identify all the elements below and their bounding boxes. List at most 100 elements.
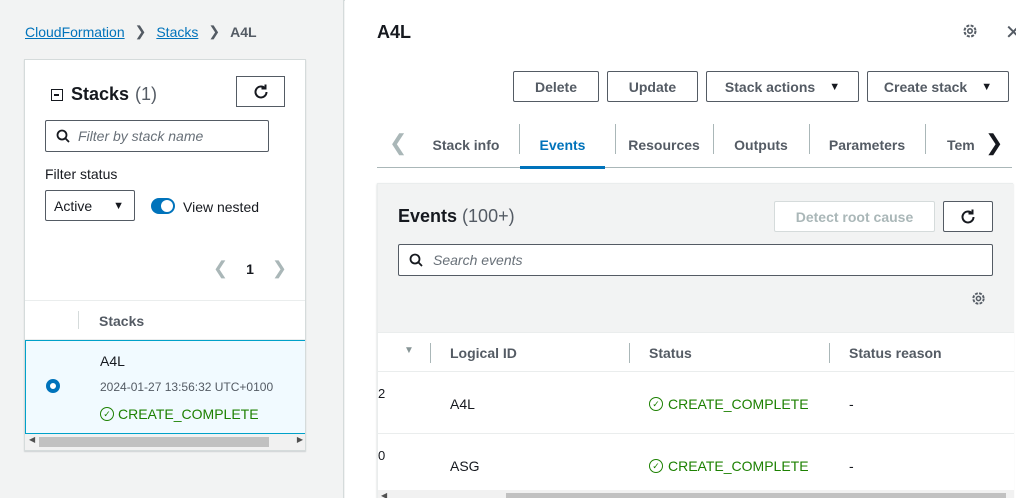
update-label: Update	[628, 78, 677, 95]
view-nested-label: View nested	[183, 199, 260, 215]
delete-label: Delete	[534, 78, 578, 95]
filter-stack-input[interactable]: Filter by stack name	[45, 120, 269, 152]
detect-root-cause-label: Detect root cause	[795, 208, 914, 225]
table-row[interactable]: 0 ASG ✓ CREATE_COMPLETE -	[378, 434, 1014, 496]
sort-caret-down-icon[interactable]: ▼	[404, 345, 414, 356]
close-icon[interactable]: ✕	[1005, 20, 1016, 45]
scrollbar-thumb[interactable]	[506, 493, 1006, 498]
tab-resources[interactable]: Resources	[615, 122, 713, 168]
filter-stack-placeholder: Filter by stack name	[78, 128, 204, 144]
scroll-left-icon[interactable]: ◀	[381, 491, 387, 498]
tab-template[interactable]: Tem	[925, 122, 981, 168]
tabs-scroll-left-icon[interactable]: ❮	[389, 130, 407, 156]
refresh-icon	[961, 209, 975, 223]
status-reason: -	[849, 396, 854, 412]
events-heading: Events (100+)	[398, 206, 515, 227]
event-status: ✓ CREATE_COMPLETE	[649, 458, 809, 474]
breadcrumb-cloudformation-link[interactable]: CloudFormation	[25, 24, 125, 40]
search-icon	[56, 129, 70, 143]
caret-down-icon: ▼	[829, 80, 841, 93]
col-status[interactable]: Status	[649, 345, 692, 361]
filter-status-label: Filter status	[45, 166, 118, 182]
stacks-split-panel: CloudFormation ❯ Stacks ❯ A4L Stacks (1)…	[0, 0, 344, 498]
tab-stack-info[interactable]: Stack info	[413, 122, 519, 168]
refresh-events-button[interactable]	[943, 201, 993, 232]
stacks-count: (1)	[135, 84, 158, 104]
scroll-left-icon[interactable]: ◀	[29, 435, 35, 444]
scrollbar-thumb[interactable]	[39, 437, 269, 447]
create-stack-button[interactable]: Create stack ▼	[867, 71, 1009, 102]
event-status-text: CREATE_COMPLETE	[668, 458, 809, 474]
detect-root-cause-button[interactable]: Detect root cause	[774, 201, 935, 232]
view-nested-toggle[interactable]	[151, 198, 175, 214]
search-events-input[interactable]: Search events	[398, 244, 993, 276]
breadcrumb: CloudFormation ❯ Stacks ❯ A4L	[25, 23, 257, 40]
stack-title: A4L	[377, 22, 412, 42]
events-title: Events	[398, 206, 458, 226]
refresh-stacks-button[interactable]	[236, 76, 285, 107]
prev-page-icon[interactable]: ❮	[213, 258, 228, 279]
tab-outputs[interactable]: Outputs	[713, 122, 809, 168]
events-container: Events (100+) Detect root cause Search e…	[377, 183, 1014, 498]
logical-id: A4L	[450, 396, 475, 412]
stack-row[interactable]: A4L 2024-01-27 13:56:32 UTC+0100 ✓ CREAT…	[25, 340, 305, 434]
status-reason: -	[849, 458, 854, 474]
stack-actions-button[interactable]: Stack actions ▼	[706, 71, 859, 102]
breadcrumb-stacks-link[interactable]: Stacks	[156, 24, 198, 40]
column-divider	[430, 343, 431, 363]
page-number[interactable]: 1	[246, 261, 254, 277]
event-status: ✓ CREATE_COMPLETE	[649, 396, 809, 412]
filter-status-value: Active	[54, 197, 93, 214]
stack-created-time: 2024-01-27 13:56:32 UTC+0100	[100, 380, 274, 394]
events-count: (100+)	[462, 206, 515, 226]
horizontal-scrollbar[interactable]: ◀	[378, 490, 1014, 498]
tab-parameters[interactable]: Parameters	[809, 122, 925, 168]
column-divider	[78, 311, 79, 329]
events-header: Events (100+) Detect root cause Search e…	[378, 184, 1014, 332]
search-events-placeholder: Search events	[433, 252, 523, 268]
caret-down-icon: ▼	[113, 199, 124, 212]
pagination: ❮ 1 ❯	[213, 258, 287, 279]
stacks-column-header[interactable]: Stacks	[99, 313, 144, 329]
stack-radio[interactable]	[46, 379, 60, 393]
tab-events[interactable]: Events	[520, 122, 605, 169]
scroll-right-icon[interactable]: ▶	[297, 435, 303, 444]
tab-bar: ❮ Stack info Events Resources Outputs Pa…	[377, 122, 1012, 169]
table-row[interactable]: 2 A4L ✓ CREATE_COMPLETE -	[378, 372, 1014, 434]
gear-icon[interactable]	[961, 22, 979, 40]
collapse-icon[interactable]	[51, 88, 63, 101]
refresh-icon	[254, 84, 267, 98]
table-preferences-gear-icon[interactable]	[970, 290, 987, 307]
col-logical-id[interactable]: Logical ID	[450, 345, 517, 361]
row-number: 0	[378, 448, 386, 463]
stack-detail-panel: A4L ✕ Delete Update Stack actions ▼ Crea…	[345, 0, 1016, 498]
stack-actions-label: Stack actions	[724, 78, 816, 95]
filter-status-select[interactable]: Active ▼	[45, 190, 135, 221]
row-number: 2	[378, 386, 386, 401]
chevron-right-icon: ❯	[134, 23, 147, 39]
column-divider	[629, 343, 630, 363]
create-stack-label: Create stack	[883, 78, 968, 95]
column-divider	[829, 343, 830, 363]
stacks-title: Stacks	[71, 84, 130, 104]
delete-button[interactable]: Delete	[513, 71, 599, 102]
stack-name[interactable]: A4L	[100, 353, 125, 369]
stacks-table-header: Stacks	[25, 300, 305, 340]
update-button[interactable]: Update	[607, 71, 698, 102]
logical-id: ASG	[450, 458, 480, 474]
breadcrumb-current: A4L	[230, 23, 257, 40]
chevron-right-icon: ❯	[208, 23, 221, 39]
horizontal-scrollbar[interactable]: ◀ ▶	[25, 434, 305, 450]
search-icon	[409, 253, 423, 267]
col-status-reason[interactable]: Status reason	[849, 345, 942, 361]
check-circle-icon: ✓	[649, 459, 663, 473]
stack-status-text: CREATE_COMPLETE	[118, 406, 259, 422]
event-status-text: CREATE_COMPLETE	[668, 396, 809, 412]
tabs-scroll-right-icon[interactable]: ❯	[985, 130, 1003, 156]
stacks-heading: Stacks (1)	[51, 84, 157, 105]
stacks-card: Stacks (1) Filter by stack name Filter s…	[24, 59, 306, 451]
stack-status: ✓ CREATE_COMPLETE	[100, 406, 259, 422]
next-page-icon[interactable]: ❯	[272, 258, 287, 279]
check-circle-icon: ✓	[100, 407, 114, 421]
caret-down-icon: ▼	[981, 80, 993, 93]
